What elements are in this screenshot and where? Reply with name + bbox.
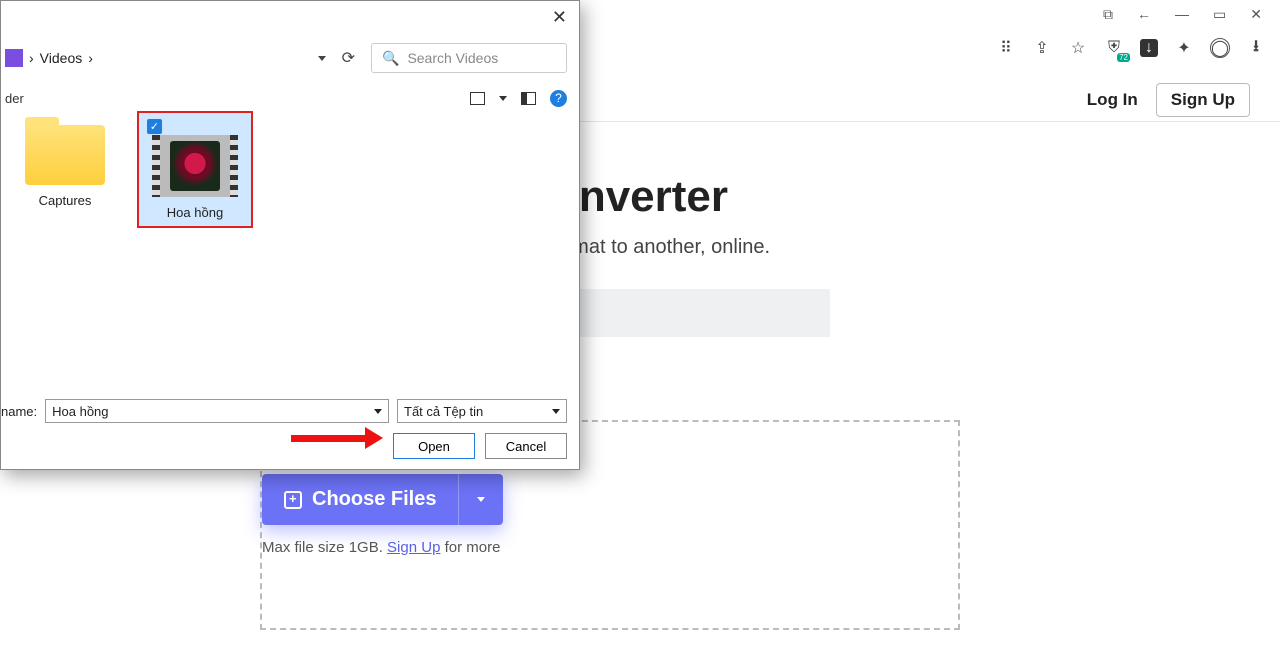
upload-icon	[284, 491, 302, 509]
filename-input[interactable]: Hoa hồng	[45, 399, 389, 423]
profile-icon[interactable]: ◯	[1210, 38, 1230, 58]
file-grid: Captures ✓ Hoa hồng	[11, 105, 567, 389]
preview-pane-icon[interactable]	[521, 92, 536, 105]
search-input[interactable]: 🔍 Search Videos	[371, 43, 567, 73]
folder-root-icon	[5, 49, 23, 67]
video-thumbnail-icon	[152, 135, 238, 197]
file-item-selected[interactable]: ✓ Hoa hồng	[137, 111, 253, 228]
history-dropdown-icon[interactable]	[318, 56, 326, 61]
save-icon[interactable]: ⭳	[1246, 38, 1266, 58]
star-icon[interactable]: ☆	[1068, 38, 1088, 58]
cast-icon[interactable]: ⧉	[1103, 6, 1113, 23]
chevron-down-icon	[477, 497, 485, 502]
filetype-select[interactable]: Tất cả Tệp tin	[397, 399, 567, 423]
folder-label: Captures	[11, 193, 119, 208]
toolbar-left-fragment: der	[5, 91, 24, 106]
minimize-icon[interactable]: —	[1175, 6, 1189, 23]
window-controls: ⧉ ← — ▭ ✕	[1085, 0, 1280, 29]
choose-files-label: Choose Files	[312, 488, 436, 511]
hint-post: for more	[440, 539, 500, 556]
open-button[interactable]: Open	[393, 433, 475, 459]
cancel-button[interactable]: Cancel	[485, 433, 567, 459]
file-open-dialog: ✕ › Videos › ⟳ 🔍 Search Videos der ? Cap…	[0, 0, 580, 470]
choose-files-group: Choose Files	[262, 474, 503, 525]
choose-files-button[interactable]: Choose Files	[262, 474, 458, 525]
browser-toolbar: ⠿ ⇪ ☆ ⛨ ↓ ✦ ◯ ⭳	[996, 38, 1266, 58]
download-icon[interactable]: ↓	[1140, 39, 1158, 57]
back-icon[interactable]: ←	[1137, 6, 1151, 23]
folder-item-captures[interactable]: Captures	[11, 111, 119, 208]
view-mode-dropdown-icon[interactable]	[499, 96, 507, 101]
upload-hint: Max file size 1GB. Sign Up for more	[262, 539, 958, 556]
maximize-icon[interactable]: ▭	[1213, 6, 1226, 23]
extension-badge-icon[interactable]: ⛨	[1104, 38, 1124, 58]
checkmark-icon: ✓	[147, 119, 162, 134]
address-actions: ⟳	[318, 48, 361, 68]
view-mode-icon[interactable]	[470, 92, 485, 105]
signup-button[interactable]: Sign Up	[1156, 83, 1250, 117]
breadcrumb-sep: ›	[29, 50, 34, 66]
login-link[interactable]: Log In	[1087, 90, 1138, 110]
translate-icon[interactable]: ⠿	[996, 38, 1016, 58]
puzzle-icon[interactable]: ✦	[1174, 38, 1194, 58]
close-window-icon[interactable]: ✕	[1250, 6, 1262, 23]
dialog-close-icon[interactable]: ✕	[552, 7, 567, 28]
filetype-dropdown-icon	[552, 409, 560, 414]
filename-label: name:	[1, 404, 37, 419]
search-icon: 🔍	[382, 50, 399, 67]
help-icon[interactable]: ?	[550, 90, 567, 107]
filetype-value: Tất cả Tệp tin	[404, 404, 483, 419]
dialog-bottom: name: Hoa hồng Tất cả Tệp tin Open Cance…	[1, 399, 567, 459]
search-placeholder: Search Videos	[407, 50, 498, 66]
breadcrumb-sep2: ›	[88, 50, 93, 66]
breadcrumb-folder[interactable]: Videos	[40, 50, 83, 66]
file-label: Hoa hồng	[143, 205, 247, 220]
hint-pre: Max file size 1GB.	[262, 539, 387, 556]
share-icon[interactable]: ⇪	[1032, 38, 1052, 58]
folder-icon	[25, 125, 105, 185]
filename-dropdown-icon	[374, 409, 382, 414]
hint-signup-link[interactable]: Sign Up	[387, 539, 440, 556]
refresh-icon[interactable]: ⟳	[342, 48, 355, 68]
choose-files-dropdown[interactable]	[458, 474, 503, 525]
dialog-address-row: › Videos › ⟳ 🔍 Search Videos	[1, 39, 567, 77]
filename-value: Hoa hồng	[52, 404, 108, 419]
breadcrumb[interactable]: › Videos ›	[1, 49, 308, 67]
annotation-arrow	[291, 431, 383, 445]
